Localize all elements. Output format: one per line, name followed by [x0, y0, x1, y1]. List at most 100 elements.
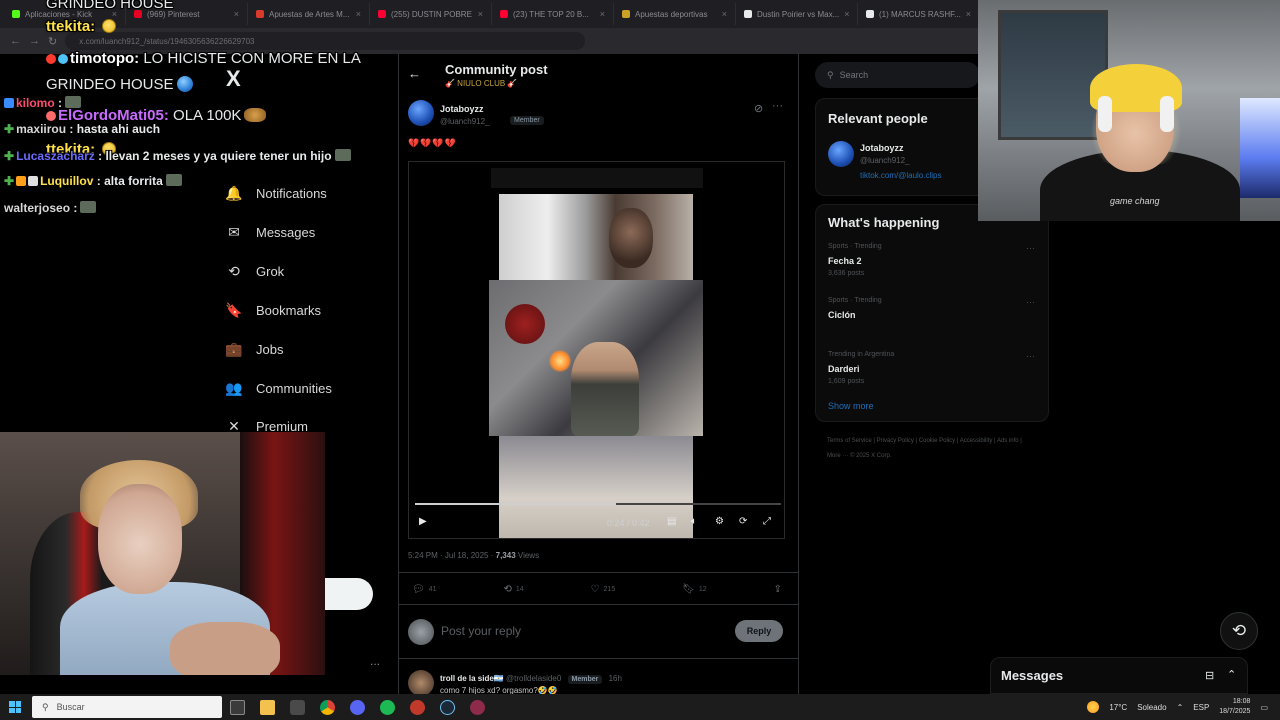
forward-nav-icon[interactable]: → [29, 35, 40, 47]
grok-float-icon[interactable]: ⟲ [1220, 612, 1258, 650]
close-tab-icon[interactable]: × [234, 9, 239, 19]
settings-icon[interactable]: ⚙ [715, 516, 724, 527]
new-message-icon[interactable]: ⊟ [1205, 669, 1214, 682]
steam-icon[interactable] [432, 694, 462, 720]
store-icon[interactable] [282, 694, 312, 720]
community-name[interactable]: 🎸 NIULO CLUB 🎸 [445, 79, 517, 88]
loop-icon[interactable]: ⟳ [739, 516, 747, 527]
chat-username[interactable]: kilomo [16, 96, 55, 110]
grok-explain-icon[interactable]: ⊘ [754, 102, 763, 115]
windows-taskbar: ⚲ Buscar 17°C Soleado ⌃ ESP 18:08 18/7/2… [0, 694, 1280, 720]
weather-icon[interactable] [1087, 701, 1100, 713]
trend-name[interactable]: Ciclón [828, 310, 856, 320]
browser-tab[interactable]: Apuestas de Artes M... × [248, 3, 370, 25]
app-icon[interactable] [462, 694, 492, 720]
taskbar-search[interactable]: ⚲ Buscar [32, 696, 222, 718]
browser-tab[interactable]: (23) THE TOP 20 B... × [492, 3, 614, 25]
chat-text: GRINDEO HOUSE [46, 0, 174, 12]
captions-icon[interactable]: ▤ [667, 516, 676, 527]
tab-favicon-icon [866, 10, 874, 18]
chat-username[interactable]: maxiirou [16, 122, 66, 136]
discord-icon[interactable] [342, 694, 372, 720]
clock[interactable]: 18:08 18/7/2025 [1219, 697, 1250, 717]
cookie-emote-icon [244, 108, 267, 122]
weather-temp[interactable]: 17°C [1109, 703, 1127, 712]
browser-tab[interactable]: (1) MARCUS RASHF... × [858, 3, 980, 25]
browser-tab[interactable]: (255) DUSTIN POBRE × [370, 3, 492, 25]
x-logo[interactable]: X [226, 66, 241, 92]
back-arrow-icon[interactable]: ← [408, 66, 421, 81]
video-progress-bar[interactable] [415, 503, 781, 505]
notification-icon[interactable]: ▭ [1260, 703, 1268, 712]
show-more-link[interactable]: Show more [828, 401, 874, 411]
spotify-icon[interactable] [372, 694, 402, 720]
file-explorer-icon[interactable] [252, 694, 282, 720]
sidebar-item-jobs[interactable]: 💼 Jobs [225, 341, 283, 357]
weather-desc[interactable]: Soleado [1137, 703, 1166, 712]
tray-chevron-icon[interactable]: ⌃ [1177, 703, 1184, 712]
obs-icon[interactable] [402, 694, 432, 720]
task-view-icon[interactable] [222, 694, 252, 720]
messages-drawer[interactable]: Messages ⊟ ⌃ [990, 657, 1248, 694]
close-tab-icon[interactable]: × [844, 9, 849, 19]
close-tab-icon[interactable]: × [966, 9, 971, 19]
trend-more-icon[interactable]: ··· [1026, 297, 1035, 307]
fullscreen-icon[interactable]: ⤢ [763, 516, 771, 527]
video-player[interactable]: ▶ 0:24 / 0:42 ▤ 🔈︎ ⚙ ⟳ ⤢ [408, 161, 785, 539]
chat-username[interactable]: ttekita: [46, 18, 95, 35]
search-input[interactable]: ⚲ Search [815, 62, 980, 88]
reload-icon[interactable]: ↻ [48, 35, 57, 48]
back-nav-icon[interactable]: ← [10, 35, 21, 47]
member-badge: Member [510, 116, 544, 125]
sidebar-item-notifications[interactable]: 🔔 Notifications [225, 185, 327, 201]
post-timestamp[interactable]: 5:24 PM · Jul 18, 2025 · [408, 551, 493, 560]
close-tab-icon[interactable]: × [356, 9, 361, 19]
close-tab-icon[interactable]: × [478, 9, 483, 19]
trend-name[interactable]: Darderi [828, 364, 860, 374]
relevant-handle[interactable]: @luanch912_ [860, 156, 910, 165]
reply-action[interactable]: 💬︎ 41 [412, 584, 437, 595]
play-icon[interactable]: ▶ [419, 516, 427, 527]
author-avatar[interactable] [408, 100, 434, 126]
like-action[interactable]: ♡ 215 [591, 584, 616, 595]
relevant-link[interactable]: tiktok.com/@laulo.clips [860, 171, 941, 180]
chat-username[interactable]: timotopo: [70, 50, 139, 67]
close-tab-icon[interactable]: × [600, 9, 605, 19]
repost-action[interactable]: ⟲ 14 [503, 584, 523, 595]
author-name[interactable]: Jotaboyzz [440, 104, 484, 114]
chrome-icon[interactable] [312, 694, 342, 720]
chat-username[interactable]: Luquillov [40, 174, 93, 188]
relevant-name[interactable]: Jotaboyzz [860, 143, 904, 153]
reply-author-name[interactable]: troll de la side🇦🇷 @trolldelaside0 Membe… [440, 674, 622, 684]
browser-tab[interactable]: Dustin Poirier vs Max... × [736, 3, 858, 25]
reply-button[interactable]: Reply [735, 620, 783, 642]
footer-links[interactable]: Terms of Service | Privacy Policy | Cook… [827, 434, 1037, 464]
sidebar-item-bookmarks[interactable]: 🔖 Bookmarks [225, 302, 321, 318]
chat-username[interactable]: walterjoseo [4, 201, 70, 215]
more-options-icon[interactable]: ··· [772, 100, 783, 112]
account-more-icon[interactable]: ... [370, 654, 380, 668]
sidebar-item-grok[interactable]: ⟲ Grok [226, 263, 284, 279]
trend-more-icon[interactable]: ··· [1026, 243, 1035, 253]
start-button[interactable] [0, 701, 30, 713]
url-field[interactable]: x.com/luanch912_/status/1946305636226629… [65, 32, 586, 50]
author-handle[interactable]: @luanch912_ [440, 117, 490, 126]
close-tab-icon[interactable]: × [722, 9, 727, 19]
chat-username[interactable]: Lucaszacharz [16, 149, 95, 163]
expand-chevron-icon[interactable]: ⌃ [1227, 668, 1236, 681]
volume-icon[interactable]: 🔈︎ [691, 516, 697, 527]
bookmark-icon: 🔖︎ [682, 584, 695, 595]
reply-input[interactable]: Post your reply [441, 624, 521, 638]
share-action[interactable]: ⇪ [774, 584, 782, 595]
bookmark-action[interactable]: 🔖︎ 12 [682, 584, 707, 595]
post-button[interactable] [325, 578, 373, 610]
chat-message: kilomo : [4, 96, 82, 110]
trend-name[interactable]: Fecha 2 [828, 256, 862, 266]
sidebar-item-communities[interactable]: 👥 Communities [225, 380, 332, 396]
sidebar-item-messages[interactable]: ✉ Messages [226, 224, 315, 240]
language-indicator[interactable]: ESP [1193, 703, 1209, 712]
relevant-avatar[interactable] [828, 141, 854, 167]
reply-avatar[interactable] [408, 670, 434, 696]
browser-tab[interactable]: Apuestas deportivas × [614, 3, 736, 25]
trend-more-icon[interactable]: ··· [1026, 351, 1035, 361]
